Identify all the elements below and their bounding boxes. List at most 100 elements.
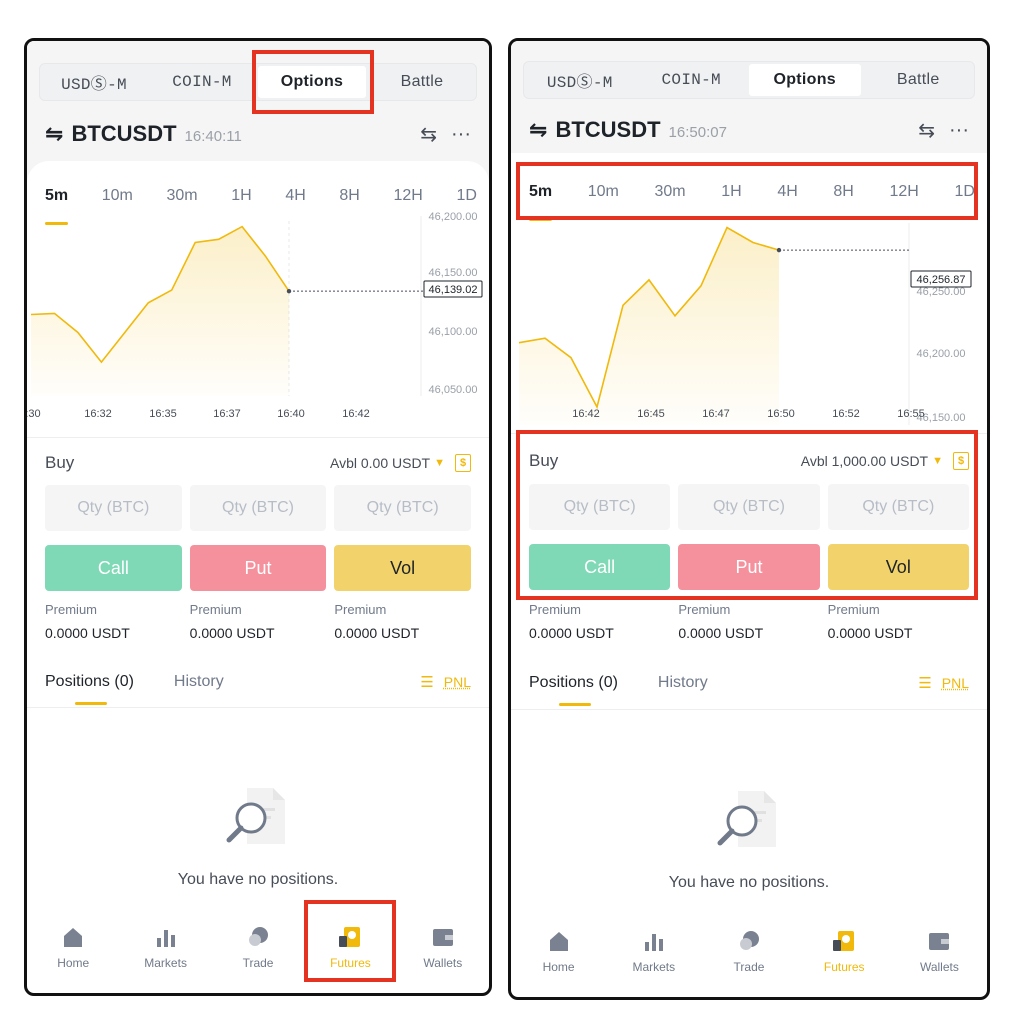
price-chart[interactable]: 46,200.00 46,150.00 46,100.00 46,050.00 … [27,161,489,441]
premium-value: 0.0000 USDT [529,625,614,641]
server-time: 16:50:07 [668,123,727,141]
tab-history[interactable]: History [658,674,708,692]
call-button[interactable]: Call [45,545,182,591]
vol-button[interactable]: Vol [334,545,472,591]
tab-battle[interactable]: Battle [368,64,476,100]
qty-input-put[interactable]: Qty (BTC) [189,485,327,531]
nav-label: Markets [632,960,676,974]
nav-wallets[interactable]: Wallets [892,907,987,997]
list-check-icon: ☰ [420,674,434,691]
chart-area [31,226,289,396]
pnl-toggle[interactable]: ☰ PNL [918,674,969,692]
wallet-icon [431,926,455,948]
available-text: Avbl 1,000.00 USDT [800,453,929,469]
premium-value: 0.0000 USDT [189,625,275,641]
symbol-name[interactable]: BTCUSDT [71,121,176,147]
time-label: 16:45 [637,408,665,420]
positions-tabs: Positions (0) History ☰ PNL [529,668,969,706]
nav-label: Trade [242,956,274,970]
tab-options[interactable]: Options [258,66,366,98]
tab-history[interactable]: History [174,673,224,691]
home-icon [547,930,571,952]
futures-icon [338,926,362,948]
current-price-dot [286,288,292,294]
wallet-icon [927,930,951,952]
tab-positions[interactable]: Positions (0) [45,673,134,705]
more-icon[interactable]: ··· [451,123,471,146]
symbol-name[interactable]: BTCUSDT [555,117,660,143]
time-label: 16:32 [84,408,112,420]
divider [511,709,987,710]
current-price-label: 46,139.02 [429,284,478,296]
nav-home[interactable]: Home [27,903,119,993]
buy-row: Buy Avbl 1,000.00 USDT ▼ $ [529,449,969,473]
tab-coin-m[interactable]: COIN-M [148,64,256,100]
premium-label: Premium [189,602,242,617]
caret-down-icon[interactable]: ▼ [434,457,445,469]
divider [27,437,489,438]
exchange-icon[interactable]: ⇆ [420,122,437,147]
time-label: 16:35 [149,408,177,420]
bottom-nav: Home Markets Trade Futures Wallets [511,907,987,997]
time-label: 16:47 [702,408,730,420]
qty-input-call[interactable]: Qty (BTC) [529,484,671,530]
tab-positions[interactable]: Positions (0) [529,674,618,706]
product-tabs: USDⓈ-M COIN-M Options Battle [523,61,975,99]
time-label: 16:42 [572,408,600,420]
nav-trade[interactable]: Trade [212,903,304,993]
price-label: 46,150.00 [429,267,478,279]
caret-down-icon[interactable]: ▼ [932,455,943,467]
chart-area [519,227,779,425]
home-icon [61,926,85,948]
empty-document-search-icon [714,789,784,851]
current-price-dot [776,247,782,253]
nav-wallets[interactable]: Wallets [397,903,489,993]
switch-pair-icon[interactable]: ⇋ [529,117,547,143]
nav-label: Markets [144,956,187,970]
price-chart[interactable]: 46,256.87 46,250.00 46,200.00 46,150.00 [511,153,987,433]
call-button[interactable]: Call [529,544,671,590]
put-button[interactable]: Put [189,545,327,591]
action-buttons: Call Put Vol [529,544,969,590]
price-label: 46,200.00 [917,348,966,360]
nav-home[interactable]: Home [511,907,606,997]
qty-input-vol[interactable]: Qty (BTC) [334,485,472,531]
nav-trade[interactable]: Trade [701,907,796,997]
chart-card: 5m 10m 30m 1H 4H 8H 12H 1D 46,256.87 46,… [511,153,987,433]
empty-message: You have no positions. [668,874,830,891]
phone-screen-right: USDⓈ-M COIN-M Options Battle ⇋ BTCUSDT 1… [508,38,990,1000]
put-button[interactable]: Put [678,544,820,590]
transfer-icon[interactable]: $ [455,454,471,472]
qty-input-call[interactable]: Qty (BTC) [45,485,182,531]
nav-futures[interactable]: Futures [797,907,892,997]
buy-row: Buy Avbl 0.00 USDT ▼ $ [45,451,471,475]
symbol-header: ⇋ BTCUSDT 16:50:07 ⇆ ··· [529,115,969,145]
switch-pair-icon[interactable]: ⇋ [45,121,63,147]
vol-button[interactable]: Vol [827,544,969,590]
qty-input-vol[interactable]: Qty (BTC) [827,484,969,530]
trade-icon [737,930,761,952]
available-balance[interactable]: Avbl 1,000.00 USDT ▼ $ [801,452,969,470]
tab-options[interactable]: Options [749,64,861,96]
premium-label: Premium [827,602,880,617]
tab-usds-m[interactable]: USDⓈ-M [524,62,636,98]
empty-document-search-icon [223,786,293,848]
time-label: 16:55 [897,408,925,420]
transfer-icon[interactable]: $ [953,452,969,470]
nav-label: Wallets [423,956,463,970]
nav-futures[interactable]: Futures [304,903,396,993]
pnl-toggle[interactable]: ☰ PNL [420,673,471,691]
premium-value: 0.0000 USDT [678,625,764,641]
list-check-icon: ☰ [918,675,932,692]
tab-battle[interactable]: Battle [863,62,975,98]
more-icon[interactable]: ··· [949,119,969,142]
exchange-icon[interactable]: ⇆ [918,118,935,143]
nav-markets[interactable]: Markets [606,907,701,997]
nav-label: Futures [330,956,371,970]
tab-usds-m[interactable]: USDⓈ-M [40,64,148,100]
available-balance[interactable]: Avbl 0.00 USDT ▼ $ [330,454,471,472]
qty-input-put[interactable]: Qty (BTC) [678,484,820,530]
empty-state: You have no positions. [27,786,489,889]
nav-markets[interactable]: Markets [119,903,211,993]
tab-coin-m[interactable]: COIN-M [636,62,748,98]
